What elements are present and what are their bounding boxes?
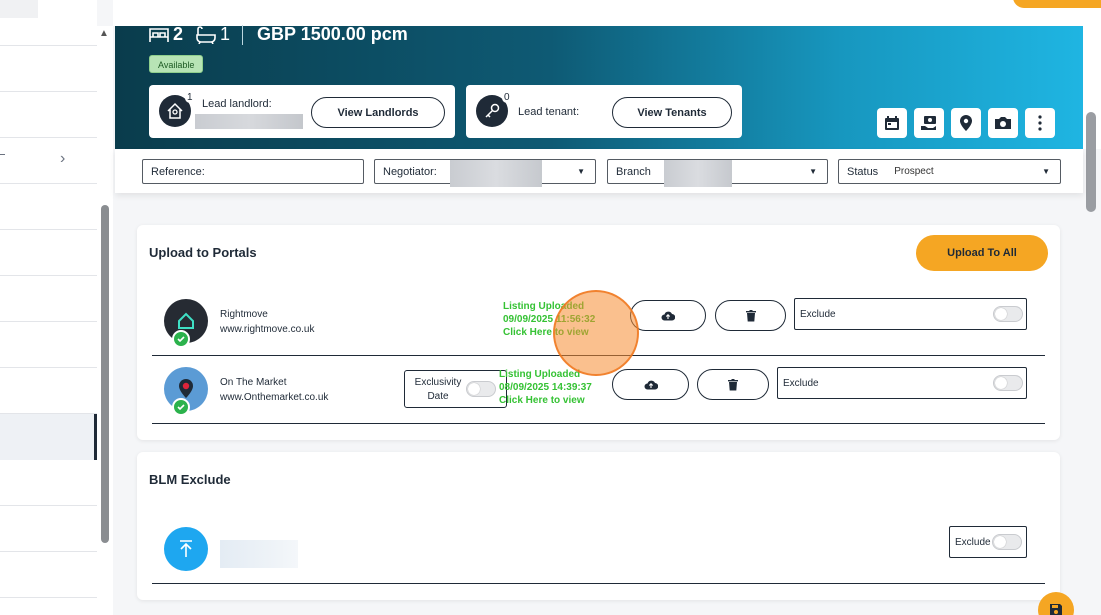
caret-down-icon: ▼ [809, 167, 817, 176]
sidebar: › [0, 0, 97, 615]
property-stats: 2 1 GBP 1500.00 pcm [148, 24, 408, 45]
sidebar-item[interactable] [0, 506, 97, 552]
lead-tenant-card: 0 Lead tenant: View Tenants [466, 85, 742, 138]
branch-label: Branch [616, 165, 651, 178]
sidebar-item-expandable[interactable] [0, 138, 97, 184]
bedroom-count: 2 [173, 24, 184, 44]
exclusivity-date-field: Exclusivity Date [404, 370, 507, 408]
sidebar-item[interactable] [0, 322, 97, 368]
portal-name: Rightmove [220, 309, 268, 320]
sidebar-item-active[interactable] [0, 414, 97, 460]
sidebar-item[interactable] [0, 230, 97, 276]
exclusivity-date-label: Exclusivity Date [414, 377, 462, 402]
blm-row: Exclude [152, 518, 1045, 584]
listing-status[interactable]: Listing Uploaded 08/09/2025 14:39:37 Cli… [499, 368, 592, 407]
scroll-up-arrow-icon[interactable]: ▲ [99, 28, 109, 39]
lead-tenant-label: Lead tenant: [518, 106, 580, 118]
tenant-count: 0 [502, 92, 512, 103]
page-scrollbar-thumb[interactable] [101, 205, 109, 543]
sidebar-item[interactable] [0, 0, 97, 46]
sidebar-item[interactable] [0, 368, 97, 414]
check-circle-icon [172, 398, 190, 416]
stat-divider [242, 24, 244, 45]
more-vertical-icon[interactable] [1025, 108, 1055, 138]
listing-status-date: 08/09/2025 14:39:37 [499, 382, 592, 393]
sidebar-item[interactable] [0, 92, 97, 138]
reference-label: Reference: [151, 165, 205, 178]
lead-landlord-label: Lead landlord: [202, 98, 272, 110]
camera-icon[interactable] [988, 108, 1018, 138]
exclude-label: Exclude [783, 377, 819, 389]
panel-title: Upload to Portals [149, 245, 257, 260]
branch-value-redacted [664, 160, 732, 187]
negotiator-label: Negotiator: [383, 165, 437, 178]
exclude-toggle-field: Exclude [949, 526, 1027, 558]
sidebar-item[interactable] [0, 460, 97, 506]
app-root: › ▲ 2 1 GBP 1500.00 pcm Available 1 Lead… [0, 0, 1101, 615]
chevron-right-icon[interactable]: › [60, 150, 65, 168]
delete-listing-button[interactable] [715, 300, 786, 331]
exclude-toggle[interactable] [993, 375, 1023, 391]
upload-cloud-button[interactable] [630, 300, 706, 331]
status-value: Prospect [894, 166, 934, 177]
sidebar-item[interactable] [0, 46, 97, 92]
delete-listing-button[interactable] [697, 369, 769, 400]
top-action-button[interactable] [1013, 0, 1101, 8]
exclude-label: Exclude [955, 536, 991, 548]
portal-url: www.Onthemarket.co.uk [220, 392, 329, 403]
upload-to-all-button[interactable]: Upload To All [916, 235, 1048, 271]
upload-cloud-button[interactable] [612, 369, 689, 400]
listing-status-link[interactable]: Click Here to view [499, 394, 592, 407]
click-indicator [553, 290, 639, 376]
hero-action-buttons [877, 108, 1062, 138]
upload-arrow-icon [164, 527, 208, 571]
sidebar-item[interactable] [0, 276, 97, 322]
calendar-icon[interactable] [877, 108, 907, 138]
caret-down-icon: ▼ [577, 167, 585, 176]
landlord-name-redacted [195, 114, 303, 129]
portal-name: On The Market [220, 377, 287, 388]
save-button[interactable] [1038, 592, 1074, 615]
view-tenants-button[interactable]: View Tenants [612, 97, 732, 128]
exclude-toggle[interactable] [993, 306, 1023, 322]
exclusivity-toggle[interactable] [466, 381, 496, 397]
sidebar-item[interactable] [0, 184, 97, 230]
property-price: GBP 1500.00 pcm [257, 24, 408, 44]
sidebar-item[interactable] [0, 552, 97, 598]
exclude-toggle-field: Exclude [794, 298, 1027, 330]
exclude-toggle-field: Exclude [777, 367, 1027, 399]
reference-field[interactable]: Reference: [142, 159, 364, 184]
portal-url: www.rightmove.co.uk [220, 324, 315, 335]
exclude-label: Exclude [800, 308, 836, 320]
check-circle-icon [172, 330, 190, 348]
status-select[interactable]: Status Prospect ▼ [838, 159, 1061, 184]
panel-title: BLM Exclude [149, 472, 231, 487]
exclude-toggle[interactable] [992, 534, 1022, 550]
branch-select[interactable]: Branch ▼ [607, 159, 828, 187]
blm-exclude-panel: BLM Exclude Exclude [137, 452, 1060, 600]
bathroom-count: 1 [220, 24, 231, 44]
bed-icon [148, 26, 170, 44]
lead-landlord-card: 1 Lead landlord: View Landlords [149, 85, 455, 138]
negotiator-select[interactable]: Negotiator: ▼ [374, 159, 596, 187]
status-badge: Available [149, 55, 204, 73]
negotiator-value-redacted [450, 160, 542, 187]
blm-portal-name-redacted [220, 540, 298, 568]
view-landlords-button[interactable]: View Landlords [311, 97, 445, 128]
money-hand-icon[interactable] [914, 108, 944, 138]
bath-icon [195, 25, 217, 44]
landlord-count: 1 [185, 92, 195, 103]
hero-scrollbar-thumb[interactable] [1086, 112, 1096, 212]
sidebar-tick [0, 154, 5, 155]
caret-down-icon: ▼ [1042, 167, 1050, 176]
location-pin-icon[interactable] [951, 108, 981, 138]
top-bar [113, 0, 1101, 26]
status-label: Status [847, 165, 879, 178]
